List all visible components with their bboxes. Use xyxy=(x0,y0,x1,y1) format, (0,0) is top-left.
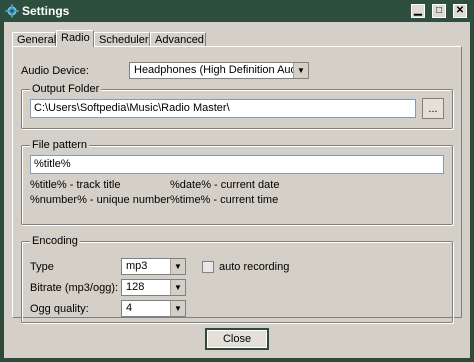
tab-radio[interactable]: Radio xyxy=(56,30,94,47)
hint-title: %title% - track title xyxy=(30,179,121,191)
file-pattern-group: File pattern %title% %title% - track tit… xyxy=(21,139,453,225)
chevron-down-icon: ▼ xyxy=(170,259,185,274)
output-folder-input[interactable]: C:\Users\Softpedia\Music\Radio Master\ xyxy=(30,99,416,118)
tab-advanced[interactable]: Advanced xyxy=(150,32,206,46)
type-label: Type xyxy=(30,261,54,273)
maximize-button[interactable]: □ xyxy=(432,4,446,18)
dialog-body: General Radio Scheduler Advanced Audio D… xyxy=(4,22,470,358)
ogg-quality-select[interactable]: 4 ▼ xyxy=(121,300,186,317)
output-folder-group: Output Folder C:\Users\Softpedia\Music\R… xyxy=(21,83,453,129)
tab-general[interactable]: General xyxy=(12,32,56,46)
type-value: mp3 xyxy=(126,260,148,272)
auto-recording-label[interactable]: auto recording xyxy=(219,261,289,273)
settings-window: Settings ▁ □ ✕ General Radio Scheduler A… xyxy=(0,0,474,362)
audio-device-value: Headphones (High Definition Audio D xyxy=(134,64,309,76)
radio-tab-panel: Audio Device: Headphones (High Definitio… xyxy=(12,46,462,323)
output-folder-title: Output Folder xyxy=(30,83,102,95)
file-pattern-input[interactable]: %title% xyxy=(30,155,444,174)
close-window-button[interactable]: ✕ xyxy=(453,4,467,18)
chevron-down-icon: ▼ xyxy=(293,63,308,78)
bitrate-label: Bitrate (mp3/ogg): xyxy=(30,282,119,294)
maximize-icon: □ xyxy=(435,5,443,16)
minimize-icon: ▁ xyxy=(414,5,422,16)
audio-device-label: Audio Device: xyxy=(21,65,89,77)
window-title: Settings xyxy=(22,4,70,18)
minimize-button[interactable]: ▁ xyxy=(411,4,425,18)
audio-device-select[interactable]: Headphones (High Definition Audio D ▼ xyxy=(129,62,309,79)
type-select[interactable]: mp3 ▼ xyxy=(121,258,186,275)
bitrate-value: 128 xyxy=(126,281,145,293)
tab-scheduler[interactable]: Scheduler xyxy=(94,32,150,46)
hint-date: %date% - current date xyxy=(170,179,280,191)
hint-time: %time% - current time xyxy=(170,194,279,206)
bitrate-select[interactable]: 128 ▼ xyxy=(121,279,186,296)
ogg-quality-label: Ogg quality: xyxy=(30,303,89,315)
encoding-group: Encoding Type mp3 ▼ auto recording Bitra… xyxy=(21,235,453,323)
encoding-title: Encoding xyxy=(30,235,80,247)
title-bar[interactable]: Settings ▁ □ ✕ xyxy=(0,0,474,22)
browse-folder-button[interactable]: ... xyxy=(422,98,444,119)
ogg-quality-value: 4 xyxy=(126,302,133,314)
app-gear-icon xyxy=(5,4,19,18)
hint-number: %number% - unique number xyxy=(30,194,171,206)
file-pattern-title: File pattern xyxy=(30,139,90,151)
auto-recording-checkbox[interactable] xyxy=(202,261,214,273)
chevron-down-icon: ▼ xyxy=(170,280,185,295)
close-icon: ✕ xyxy=(455,5,465,16)
chevron-down-icon: ▼ xyxy=(170,301,185,316)
close-button[interactable]: Close xyxy=(205,328,269,350)
